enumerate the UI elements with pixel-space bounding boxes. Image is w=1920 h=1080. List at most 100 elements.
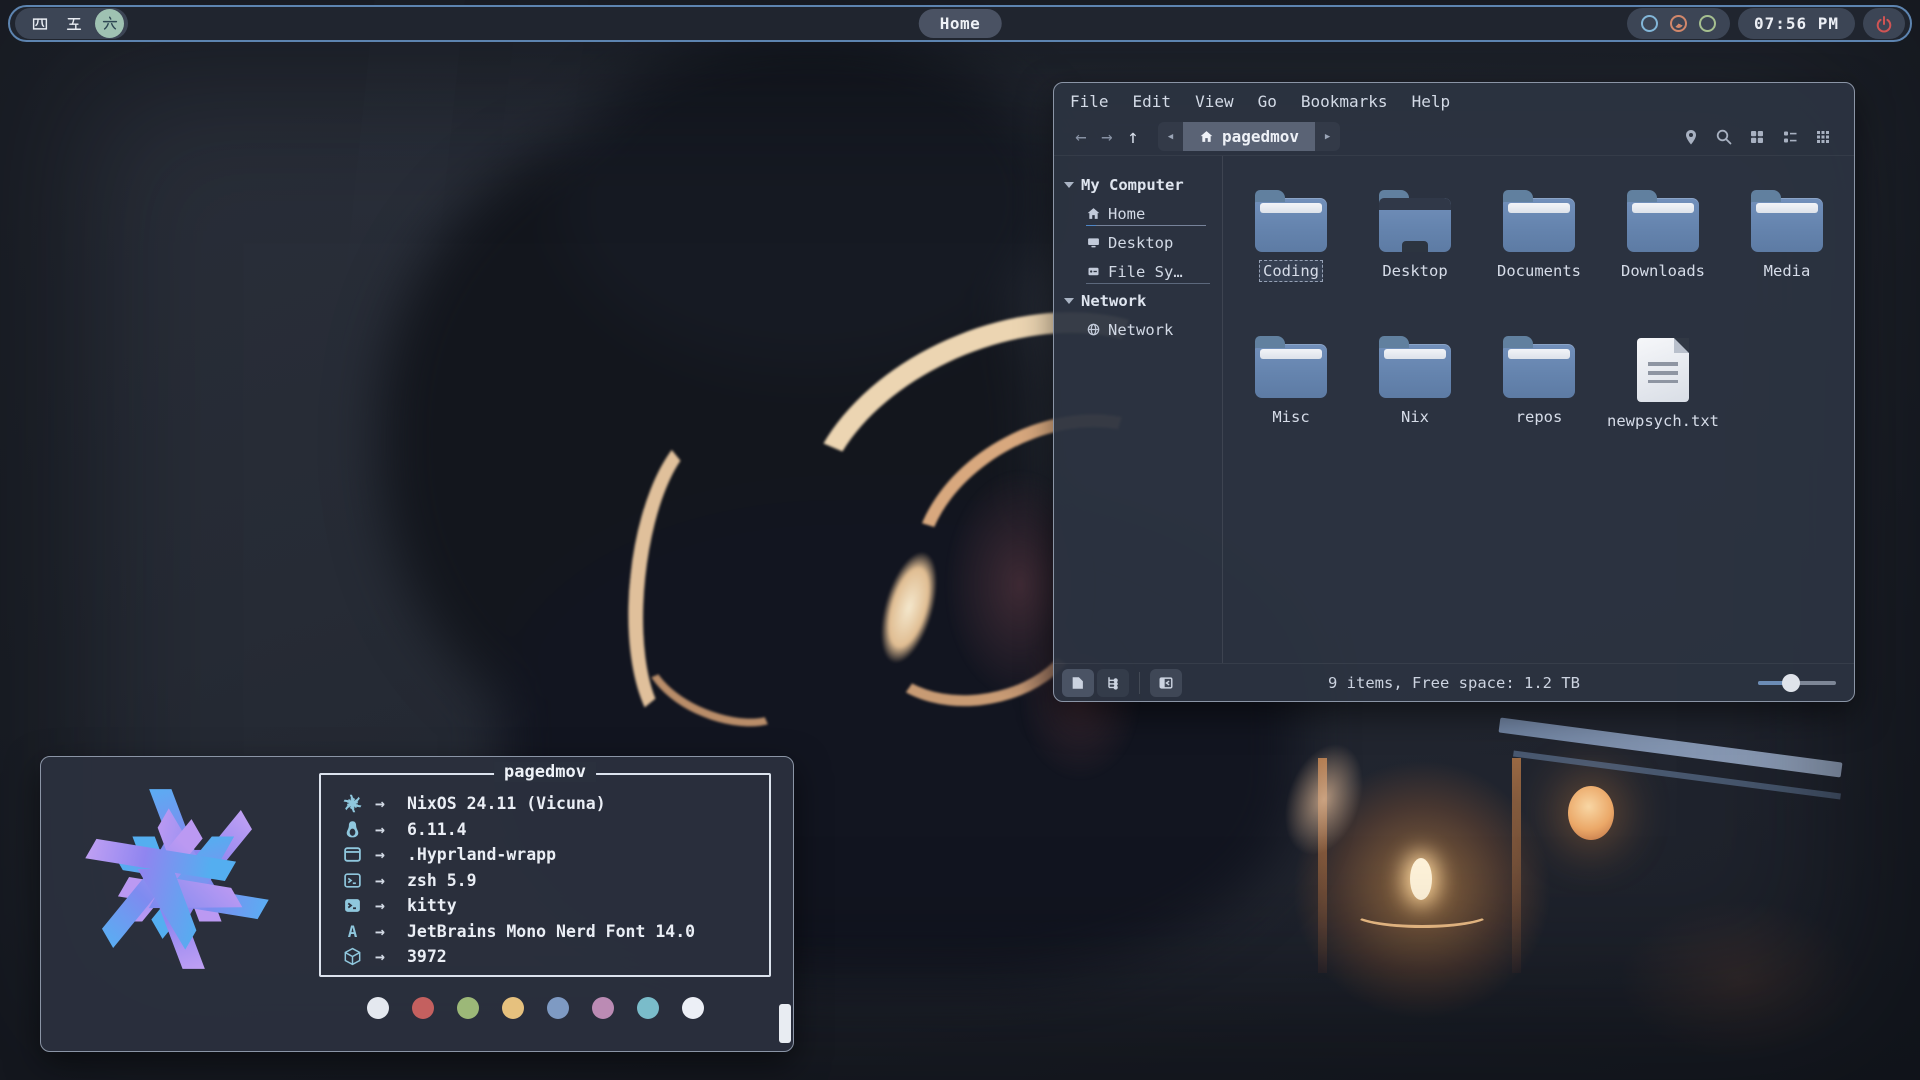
palette-dot <box>412 997 434 1019</box>
file-item-nix[interactable]: Nix <box>1356 332 1474 478</box>
palette-dot <box>682 997 704 1019</box>
menu-file[interactable]: File <box>1070 92 1109 111</box>
folder-notch <box>1402 241 1428 252</box>
shell-icon <box>343 871 362 890</box>
filesystem-icon <box>1086 264 1101 279</box>
file-grid: CodingDesktopDocuments Downloads Media Misc… <box>1223 156 1854 663</box>
network-indicator[interactable] <box>1641 15 1658 32</box>
workspace-active[interactable] <box>95 9 124 38</box>
places-pane-button[interactable] <box>1062 669 1094 697</box>
sidebar-item-network[interactable]: Network <box>1064 315 1216 344</box>
menu-bookmarks[interactable]: Bookmarks <box>1301 92 1388 111</box>
fetch-row-value: zsh 5.9 <box>407 871 477 890</box>
terminal-window: pagedmov →NixOS 24.11 (Vicuna)→6.11.4→.H… <box>40 756 794 1052</box>
file-item-label: newpsych.txt <box>1603 410 1723 432</box>
compact-view-icon[interactable] <box>1814 128 1832 146</box>
workspace-item[interactable] <box>61 11 87 37</box>
power-icon <box>1875 15 1893 33</box>
menu-go[interactable]: Go <box>1258 92 1277 111</box>
volume-indicator[interactable] <box>1670 15 1687 32</box>
home-icon <box>1086 206 1101 221</box>
folder-icon <box>1503 198 1575 252</box>
folder-icon <box>1379 344 1451 398</box>
folder-band <box>1379 198 1451 210</box>
arrow-icon: → <box>367 947 407 966</box>
file-item-downloads[interactable]: Downloads <box>1604 186 1722 332</box>
terminal-cursor <box>779 1004 791 1043</box>
menu-help[interactable]: Help <box>1412 92 1451 111</box>
folder-icon <box>1751 198 1823 252</box>
location-pin-icon[interactable] <box>1682 128 1700 146</box>
up-button[interactable]: ↑ <box>1120 126 1146 148</box>
terminal-icon <box>343 896 362 915</box>
path-prev-button[interactable]: ◀ <box>1158 122 1183 151</box>
fetch-row-value: .Hyprland-wrapp <box>407 845 556 864</box>
sidebar-group-label: Network <box>1081 292 1146 310</box>
palette-dot <box>547 997 569 1019</box>
back-button[interactable]: ← <box>1068 126 1094 148</box>
top-bar: Home 07:56 PM <box>8 5 1912 42</box>
expander-icon <box>1064 182 1074 188</box>
sidebar-item-desktop[interactable]: Desktop <box>1064 228 1216 257</box>
fetch-row-value: 3972 <box>407 947 447 966</box>
menu-edit[interactable]: Edit <box>1133 92 1172 111</box>
svg-text:A: A <box>348 922 358 941</box>
file-item-label: Misc <box>1268 406 1313 428</box>
sidebar-item-home[interactable]: Home <box>1064 199 1216 228</box>
file-item-documents[interactable]: Documents <box>1480 186 1598 332</box>
workspace-item[interactable] <box>27 11 53 37</box>
file-item-media[interactable]: Media <box>1728 186 1846 332</box>
file-item-coding[interactable]: Coding <box>1232 186 1350 332</box>
icon-view-icon[interactable] <box>1748 128 1766 146</box>
sidebar-group-network[interactable]: Network <box>1064 286 1216 315</box>
font-icon: A <box>343 922 362 941</box>
arrow-icon: → <box>367 820 407 839</box>
folder-icon <box>1255 344 1327 398</box>
file-manager-body: My ComputerHomeDesktopFile Sy…NetworkNet… <box>1054 156 1854 663</box>
fetch-row-icon <box>343 794 367 813</box>
file-manager-window: File Edit View Go Bookmarks Help ← → ↑ ◀ page… <box>1053 82 1855 702</box>
status-indicators <box>1627 8 1730 39</box>
path-next-button[interactable]: ▶ <box>1315 122 1340 151</box>
file-item-repos[interactable]: repos <box>1480 332 1598 478</box>
workspace-switcher <box>15 8 128 39</box>
tree-icon <box>1105 675 1121 691</box>
wm-icon <box>343 845 362 864</box>
side-pane-icon <box>1158 675 1174 691</box>
path-segment-home[interactable]: pagedmov <box>1183 122 1315 151</box>
list-view-icon[interactable] <box>1781 128 1799 146</box>
menu-view[interactable]: View <box>1195 92 1234 111</box>
folder-icon <box>1627 198 1699 252</box>
fetch-row-icon <box>343 871 367 890</box>
fetch-row: →6.11.4 <box>343 817 769 843</box>
file-item-desktop[interactable]: Desktop <box>1356 186 1474 332</box>
palette-dot <box>592 997 614 1019</box>
arrow-icon: → <box>367 871 407 890</box>
file-item-misc[interactable]: Misc <box>1232 332 1350 478</box>
forward-button[interactable]: → <box>1094 126 1120 148</box>
palette-dot <box>457 997 479 1019</box>
home-icon <box>1199 129 1214 144</box>
power-button[interactable] <box>1863 8 1905 39</box>
packages-icon <box>343 947 362 966</box>
zoom-slider[interactable] <box>1758 674 1836 692</box>
tree-pane-button[interactable] <box>1097 669 1129 697</box>
sidebar-group-my-computer[interactable]: My Computer <box>1064 170 1216 199</box>
fetch-hostname: pagedmov <box>494 762 596 782</box>
sidebar-item-file-sy-[interactable]: File Sy… <box>1064 257 1216 286</box>
slider-knob[interactable] <box>1782 674 1800 692</box>
arrow-icon: → <box>367 922 407 941</box>
fetch-row: →.Hyprland-wrapp <box>343 842 769 868</box>
workspace-glyph <box>101 15 119 33</box>
search-icon[interactable] <box>1715 128 1733 146</box>
file-item-label: Downloads <box>1617 260 1709 282</box>
toggle-side-pane-button[interactable] <box>1150 669 1182 697</box>
file-item-newpsych-txt[interactable]: newpsych.txt <box>1604 332 1722 478</box>
fetch-row-icon <box>343 820 367 839</box>
clock[interactable]: 07:56 PM <box>1738 8 1855 39</box>
nixos-icon <box>343 794 362 813</box>
fetch-row-value: NixOS 24.11 (Vicuna) <box>407 794 606 813</box>
battery-indicator[interactable] <box>1699 15 1716 32</box>
fetch-row-icon <box>343 947 367 966</box>
workspace-glyph <box>31 15 49 33</box>
